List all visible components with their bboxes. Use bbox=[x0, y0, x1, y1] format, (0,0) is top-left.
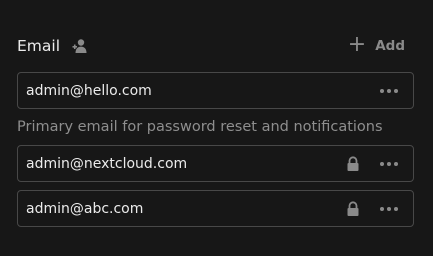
section-title: Email bbox=[17, 37, 61, 55]
contacts-scope-icon[interactable] bbox=[72, 38, 88, 54]
add-label: Add bbox=[375, 38, 405, 54]
add-email-button[interactable]: + Add bbox=[347, 31, 405, 57]
email-value[interactable]: admin@hello.com bbox=[18, 83, 378, 99]
email-field-additional[interactable]: admin@abc.com bbox=[17, 190, 414, 227]
email-value[interactable]: admin@abc.com bbox=[18, 201, 346, 217]
more-actions-icon[interactable] bbox=[378, 158, 400, 170]
plus-icon: + bbox=[347, 31, 367, 57]
email-field-primary[interactable]: admin@hello.com bbox=[17, 72, 414, 109]
more-actions-icon[interactable] bbox=[378, 203, 400, 215]
email-value[interactable]: admin@nextcloud.com bbox=[18, 156, 346, 172]
helper-text: Primary email for password reset and not… bbox=[17, 119, 383, 135]
more-actions-icon[interactable] bbox=[378, 85, 400, 97]
lock-icon bbox=[346, 155, 360, 172]
lock-icon bbox=[346, 200, 360, 217]
email-section-header: Email + Add bbox=[17, 31, 405, 58]
email-field-additional[interactable]: admin@nextcloud.com bbox=[17, 145, 414, 182]
